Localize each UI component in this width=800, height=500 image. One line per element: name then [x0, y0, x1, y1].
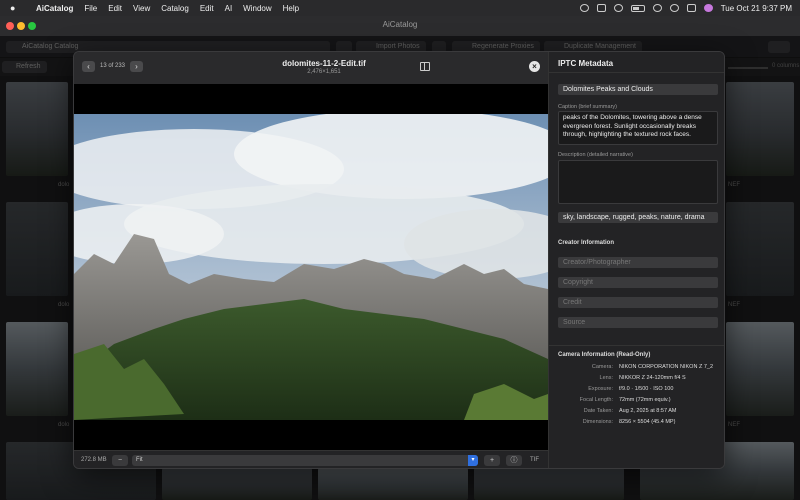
split-view-icon[interactable]	[420, 62, 430, 71]
preview-footer: 272.8 MB − Fit ▾ + ⓘ TIF	[74, 450, 548, 468]
lens-value: NIKKOR Z 24-120mm f/4 S	[619, 375, 686, 381]
apple-icon[interactable]: ●	[10, 3, 22, 13]
focal-length-row: Focal Length: 72mm (72mm equiv.)	[549, 397, 724, 407]
zoom-select[interactable]: Fit ▾	[132, 455, 478, 466]
battery-icon[interactable]	[630, 4, 645, 12]
window-titlebar: AiCatalog	[0, 16, 800, 36]
preview-photo	[74, 114, 548, 420]
zoom-in-button[interactable]: +	[484, 455, 500, 466]
date-taken-value: Aug 2, 2025 at 8:57 AM	[619, 408, 677, 414]
preview-dimensions: 2,476×1,651	[307, 69, 341, 75]
divider	[549, 345, 724, 346]
source-field[interactable]: Source	[558, 317, 718, 328]
keywords-field[interactable]: sky, landscape, rugged, peaks, nature, d…	[558, 212, 718, 223]
search-icon[interactable]	[669, 4, 679, 12]
menu-app-name[interactable]: AiCatalog	[36, 4, 73, 13]
menu-ai[interactable]: AI	[225, 4, 233, 13]
zoom-select-value: Fit	[136, 457, 143, 463]
iptc-panel: IPTC Metadata Dolomites Peaks and Clouds…	[548, 52, 724, 468]
close-preview-button[interactable]: ×	[529, 61, 540, 72]
camera-section-title: Camera Information (Read-Only)	[558, 352, 651, 358]
menu-edit[interactable]: Edit	[108, 4, 122, 13]
menu-view[interactable]: View	[133, 4, 150, 13]
exposure-value: f/9.0 · 1/500 · ISO 100	[619, 386, 674, 392]
siri-icon[interactable]	[703, 4, 713, 12]
window-title: AiCatalog	[382, 20, 418, 29]
description-field[interactable]	[558, 160, 718, 204]
image-viewport[interactable]	[74, 84, 548, 450]
next-image-button[interactable]: ›	[130, 61, 143, 72]
panel-title: IPTC Metadata	[558, 59, 614, 68]
dimensions-value: 8256 × 5504 (45.4 MP)	[619, 419, 676, 425]
caption-label: Caption (brief summary)	[558, 104, 617, 110]
preview-header: ‹ 13 of 233 › dolomites-11-2-Edit.tif 2,…	[74, 52, 548, 84]
menu-file[interactable]: File	[84, 4, 97, 13]
menu-help[interactable]: Help	[283, 4, 299, 13]
file-format: TIF	[530, 457, 539, 463]
exposure-label: Exposure:	[588, 386, 613, 392]
menu-window[interactable]: Window	[243, 4, 271, 13]
image-preview-modal: ‹ 13 of 233 › dolomites-11-2-Edit.tif 2,…	[73, 51, 725, 469]
caption-field[interactable]: peaks of the Dolomites, towering above a…	[558, 111, 718, 145]
wifi-icon[interactable]	[652, 4, 662, 12]
drive-icon[interactable]	[596, 4, 606, 12]
divider	[549, 72, 724, 73]
image-position: 13 of 233	[100, 63, 126, 69]
lens-row: Lens: NIKKOR Z 24-120mm f/4 S	[549, 375, 724, 385]
menu-bar: ● AiCatalog File Edit View Catalog Edit …	[0, 0, 800, 16]
creator-field[interactable]: Creator/Photographer	[558, 257, 718, 268]
menu-clock[interactable]: Tue Oct 21 9:37 PM	[721, 4, 792, 13]
focal-length-label: Focal Length:	[579, 397, 613, 403]
menu-catalog[interactable]: Catalog	[161, 4, 189, 13]
exposure-row: Exposure: f/9.0 · 1/500 · ISO 100	[549, 386, 724, 396]
camera-label: Camera:	[591, 364, 613, 370]
creator-section-title: Creator Information	[558, 240, 615, 246]
info-icon[interactable]: ⓘ	[506, 455, 522, 466]
lens-label: Lens:	[599, 375, 613, 381]
chevron-down-icon: ▾	[468, 455, 478, 466]
dimensions-row: Dimensions: 8256 × 5504 (45.4 MP)	[549, 419, 724, 429]
copyright-field[interactable]: Copyright	[558, 277, 718, 288]
date-taken-row: Date Taken: Aug 2, 2025 at 8:57 AM	[549, 408, 724, 418]
camera-value: NIKON CORPORATION NIKON Z 7_2	[619, 364, 714, 370]
status-icon[interactable]	[579, 4, 589, 12]
user-icon[interactable]	[613, 4, 623, 12]
dimensions-label: Dimensions:	[582, 419, 613, 425]
credit-field[interactable]: Credit	[558, 297, 718, 308]
menu-edit-2[interactable]: Edit	[200, 4, 214, 13]
preview-filename: dolomites-11-2-Edit.tif	[282, 59, 366, 68]
file-size: 272.8 MB	[81, 457, 107, 463]
description-label: Description (detailed narrative)	[558, 152, 633, 158]
control-center-icon[interactable]	[686, 4, 696, 12]
zoom-out-button[interactable]: −	[112, 455, 128, 466]
previous-image-button[interactable]: ‹	[82, 61, 95, 72]
focal-length-value: 72mm (72mm equiv.)	[619, 397, 671, 403]
date-taken-label: Date Taken:	[583, 408, 613, 414]
headline-field[interactable]: Dolomites Peaks and Clouds	[558, 84, 718, 95]
camera-row: Camera: NIKON CORPORATION NIKON Z 7_2	[549, 364, 724, 374]
